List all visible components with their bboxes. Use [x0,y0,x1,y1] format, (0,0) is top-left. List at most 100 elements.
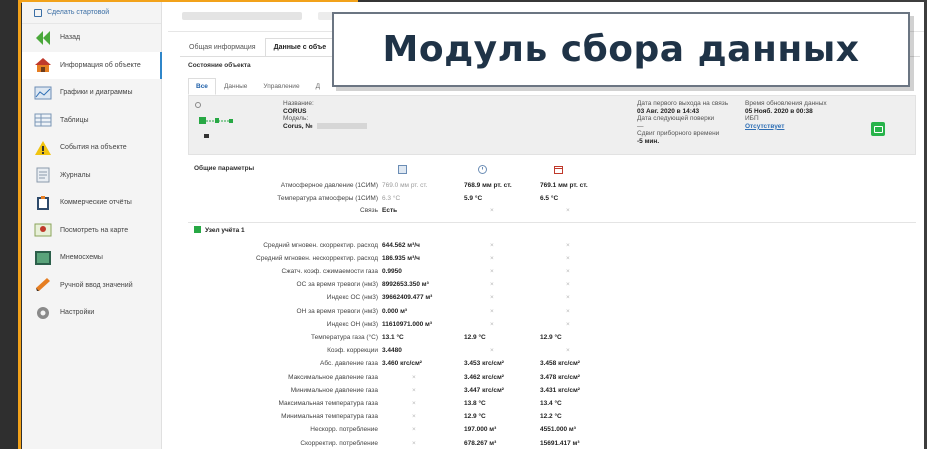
table-row: Связь Есть × × [188,205,916,218]
param-label: ОС за время тревоги (нм3) [296,281,378,289]
table-row: Максимальная температура газа × 13.8 °C 13.… [188,398,916,411]
warning-icon [34,140,52,156]
section-title: Состояние объекта [188,62,251,69]
param-label: Минимальное давление газа [290,386,378,394]
sidebar-item-label: Графики и диаграммы [60,89,133,97]
value-hour: 13.8 °C [464,399,486,407]
value-current: 8992653.350 м³ [382,281,429,289]
subtab-data[interactable]: Данные [216,78,255,95]
value-day: 6.5 °C [540,194,559,202]
hour-value-icon [478,165,487,174]
battery-icon [204,134,209,138]
node-status-icon [194,225,201,233]
value-current: × [412,386,416,394]
chart-icon [34,85,52,101]
subtab-all[interactable]: Все [188,78,216,95]
value-day: 12.2 °C [540,413,562,421]
sidebar-item-label: События на объекте [60,144,127,152]
value-current: × [412,426,416,434]
section-divider [188,221,916,223]
blurred-breadcrumb [182,12,302,20]
expand-icon[interactable] [195,102,201,108]
sidebar-item-label: Ручной ввод значений [60,281,133,289]
sidebar-item-label: Посмотреть на карте [60,226,129,234]
update-value: 05 Нояб. 2020 в 00:38 [745,107,813,115]
sidebar-item-7[interactable]: Посмотреть на карте [22,217,161,245]
value-day: 12.9 °C [540,333,562,341]
gear-icon [34,305,52,321]
param-label: Атмосферное давление (1СИМ) [280,182,378,189]
value-day: × [566,241,570,249]
value-current: 11610971.000 м³ [382,320,432,328]
update-block: Время обновления данных 05 Нояб. 2020 в … [745,100,827,130]
pencil-icon [34,277,52,293]
sidebar-item-8[interactable]: Мнемосхемы [22,244,161,272]
value-hour: × [490,294,494,302]
param-label: Температура газа (°C) [311,333,378,341]
value-day: × [566,281,570,289]
table-row: Средний мгновен. скорректир. расход 644.5… [188,240,916,253]
value-day: × [566,307,570,315]
table-row: Атмосферное давление (1СИМ) 769.0 мм рт. … [188,180,916,193]
subtab-control[interactable]: Управление [255,78,307,95]
sidebar-item-1[interactable]: Информация об объекте [22,51,162,79]
current-value-icon [398,165,407,174]
accent-stripe [18,0,21,449]
name-value: CORUS [283,107,307,115]
archive-button[interactable] [871,122,885,136]
tab-object-data[interactable]: Данные с объе [264,38,336,57]
subtab-more[interactable]: Д [308,78,328,95]
value-hour: × [490,307,494,315]
value-day: × [566,294,570,302]
value-hour: × [490,347,494,355]
value-hour: 12.9 °C [464,413,486,421]
ibp-link[interactable]: Отсутствует [745,123,784,130]
value-hour: × [490,320,494,328]
tab-general-info[interactable]: Общая информация [180,38,265,57]
value-day: 15691.417 м³ [540,439,580,447]
overlay-title: Модуль сбора данных [382,29,860,70]
value-current: 39662409.477 м³ [382,294,433,302]
next-check-label: Дата следующей поверки [637,115,715,123]
first-exit-value: 03 Авг. 2020 в 14:43 [637,107,700,115]
first-exit-label: Дата первого выхода на связь [637,100,729,107]
sidebar-item-9[interactable]: Ручной ввод значений [22,272,161,300]
sidebar-item-4[interactable]: События на объекте [22,134,161,162]
param-label: Скорректир. потребление [300,439,378,447]
sidebar-item-0[interactable]: Назад [22,24,161,52]
device-info-bar: Название: CORUS Модель: Corus, № Дата пе… [188,95,916,155]
map-icon [34,222,52,238]
title-overlay: Модуль сбора данных [332,12,910,87]
value-day: 4551.000 м³ [540,426,576,434]
value-current: 6.3 °C [382,194,401,202]
table-row: Индекс ОС (нм3) 39662409.477 м³ × × [188,292,916,305]
param-label: Максимальное давление газа [288,373,378,381]
time-shift-value: -5 мин. [637,137,660,145]
device-name-block: Название: CORUS Модель: Corus, № [283,100,367,130]
make-start-link[interactable]: Сделать стартовой [22,2,161,24]
day-value-icon [554,165,563,174]
param-label: Сжатч. коэф. сжимаемости газа [281,267,378,275]
clipboard-icon [34,195,52,211]
table-row: Сжатч. коэф. сжимаемости газа 0.9950 × × [188,266,916,279]
table-row: Коэф. коррекции 3.4480 × × [188,345,916,358]
sidebar-item-5[interactable]: Журналы [22,162,161,190]
sidebar-item-2[interactable]: Графики и диаграммы [22,79,161,107]
device-connection-icon [199,117,233,124]
value-current: × [412,439,416,447]
value-current: 0.000 м³ [382,307,408,315]
value-day: × [566,320,570,328]
table-row: ОС за время тревоги (нм3) 8992653.350 м³ ×… [188,279,916,292]
table-row: Минимальная температура газа × 12.9 °C 12.2… [188,411,916,424]
value-current: 13.1 °C [382,333,404,341]
value-current: 0.9950 [382,267,402,275]
journal-icon [34,167,52,183]
node-title: Узел учёта 1 [194,225,245,234]
value-hour: 3.462 кгс/см² [464,373,504,381]
sidebar-item-3[interactable]: Таблицы [22,107,161,135]
param-label: Коэф. коррекции [327,347,378,355]
value-day: × [566,207,570,214]
sidebar-item-10[interactable]: Настройки [22,299,161,327]
sidebar-item-6[interactable]: Коммерческие отчёты [22,189,161,217]
table-icon [34,112,52,128]
